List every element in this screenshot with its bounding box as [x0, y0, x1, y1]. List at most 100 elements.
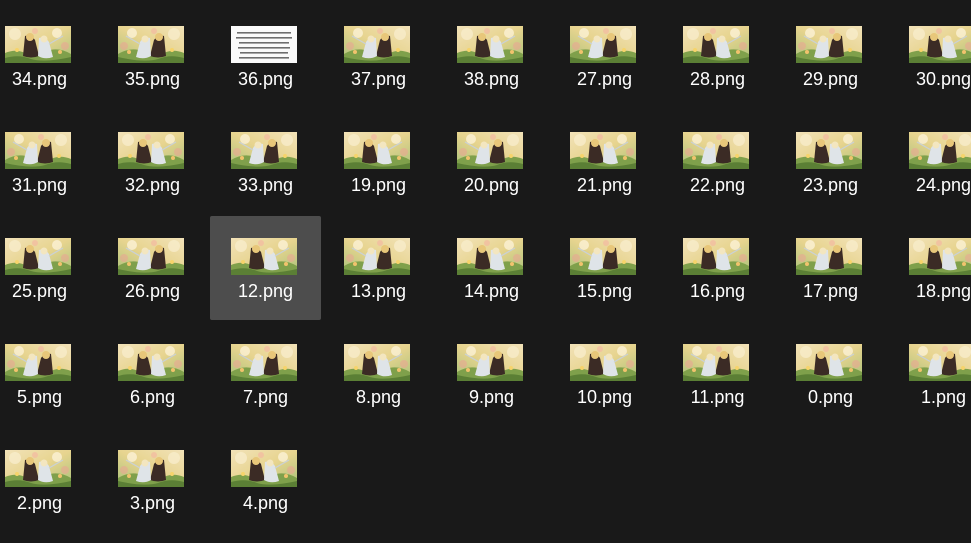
file-thumbnail — [118, 26, 184, 63]
file-item[interactable]: 5.png — [0, 322, 95, 426]
file-thumbnail — [457, 132, 523, 169]
file-name: 12.png — [237, 281, 294, 301]
file-name: 18.png — [915, 281, 971, 301]
file-thumbnail — [231, 238, 297, 275]
file-name: 35.png — [124, 69, 181, 89]
file-thumbnail — [683, 132, 749, 169]
file-item[interactable]: 2.png — [0, 428, 95, 532]
file-thumbnail — [344, 26, 410, 63]
file-item[interactable]: 22.png — [662, 110, 773, 214]
file-name: 3.png — [129, 493, 176, 513]
file-thumbnail — [909, 132, 971, 169]
file-item[interactable]: 21.png — [549, 110, 660, 214]
file-thumbnail — [570, 132, 636, 169]
file-thumbnail — [570, 238, 636, 275]
file-name: 36.png — [237, 69, 294, 89]
file-thumbnail — [5, 344, 71, 381]
file-name: 16.png — [689, 281, 746, 301]
file-item[interactable]: 30.png — [888, 4, 971, 108]
file-item[interactable]: 7.png — [210, 322, 321, 426]
file-thumbnail — [118, 450, 184, 487]
file-thumbnail — [5, 132, 71, 169]
file-thumbnail — [909, 344, 971, 381]
file-name: 26.png — [124, 281, 181, 301]
file-name: 24.png — [915, 175, 971, 195]
file-item[interactable]: 15.png — [549, 216, 660, 320]
file-thumbnail — [118, 132, 184, 169]
file-item[interactable]: 23.png — [775, 110, 886, 214]
file-name: 29.png — [802, 69, 859, 89]
file-item[interactable]: 27.png — [549, 4, 660, 108]
file-name: 34.png — [11, 69, 68, 89]
file-item[interactable]: 25.png — [0, 216, 95, 320]
file-thumbnail — [344, 132, 410, 169]
file-item[interactable]: 4.png — [210, 428, 321, 532]
file-item[interactable]: 1.png — [888, 322, 971, 426]
file-item[interactable]: 16.png — [662, 216, 773, 320]
file-item[interactable]: 9.png — [436, 322, 547, 426]
file-item[interactable]: 35.png — [97, 4, 208, 108]
file-item[interactable]: 0.png — [775, 322, 886, 426]
file-thumbnail — [118, 344, 184, 381]
file-thumbnail — [796, 26, 862, 63]
file-name: 30.png — [915, 69, 971, 89]
file-thumbnail — [457, 238, 523, 275]
file-thumbnail — [683, 344, 749, 381]
file-name: 31.png — [11, 175, 68, 195]
file-item[interactable]: 26.png — [97, 216, 208, 320]
file-name: 22.png — [689, 175, 746, 195]
file-name: 25.png — [11, 281, 68, 301]
file-item[interactable]: 11.png — [662, 322, 773, 426]
file-name: 15.png — [576, 281, 633, 301]
file-thumbnail — [570, 26, 636, 63]
file-item[interactable]: 38.png — [436, 4, 547, 108]
file-item[interactable]: 3.png — [97, 428, 208, 532]
file-name: 1.png — [920, 387, 967, 407]
file-item[interactable]: 18.png — [888, 216, 971, 320]
file-name: 7.png — [242, 387, 289, 407]
file-name: 38.png — [463, 69, 520, 89]
file-item[interactable]: 32.png — [97, 110, 208, 214]
file-name: 4.png — [242, 493, 289, 513]
file-item[interactable]: 14.png — [436, 216, 547, 320]
file-item[interactable]: 19.png — [323, 110, 434, 214]
file-item[interactable]: 24.png — [888, 110, 971, 214]
file-thumbnail — [683, 238, 749, 275]
file-item[interactable]: 13.png — [323, 216, 434, 320]
file-thumbnail — [231, 344, 297, 381]
file-thumbnail — [457, 344, 523, 381]
file-thumbnail — [796, 344, 862, 381]
file-item[interactable]: 31.png — [0, 110, 95, 214]
file-thumbnail — [570, 344, 636, 381]
file-name: 33.png — [237, 175, 294, 195]
file-item[interactable]: 28.png — [662, 4, 773, 108]
file-thumbnail — [5, 450, 71, 487]
file-thumbnail — [909, 26, 971, 63]
file-item[interactable]: 20.png — [436, 110, 547, 214]
file-item[interactable]: 10.png — [549, 322, 660, 426]
file-thumbnail — [5, 26, 71, 63]
file-name: 28.png — [689, 69, 746, 89]
file-thumbnail — [796, 132, 862, 169]
file-item[interactable]: 17.png — [775, 216, 886, 320]
file-name: 19.png — [350, 175, 407, 195]
file-name: 0.png — [807, 387, 854, 407]
file-name: 11.png — [690, 387, 745, 407]
file-item[interactable]: 8.png — [323, 322, 434, 426]
file-item[interactable]: 37.png — [323, 4, 434, 108]
file-thumbnail — [231, 450, 297, 487]
file-item[interactable]: 34.png — [0, 4, 95, 108]
file-name: 14.png — [463, 281, 520, 301]
file-grid-view[interactable]: 34.png 35.png 36.png 37.png 38.png 27.pn… — [0, 0, 971, 543]
file-name: 6.png — [129, 387, 176, 407]
file-item[interactable]: 36.png — [210, 4, 321, 108]
file-item[interactable]: 12.png — [210, 216, 321, 320]
file-item[interactable]: 33.png — [210, 110, 321, 214]
file-name: 20.png — [463, 175, 520, 195]
file-thumbnail — [231, 132, 297, 169]
file-item[interactable]: 29.png — [775, 4, 886, 108]
file-name: 32.png — [124, 175, 181, 195]
file-name: 23.png — [802, 175, 859, 195]
file-name: 8.png — [355, 387, 402, 407]
file-item[interactable]: 6.png — [97, 322, 208, 426]
